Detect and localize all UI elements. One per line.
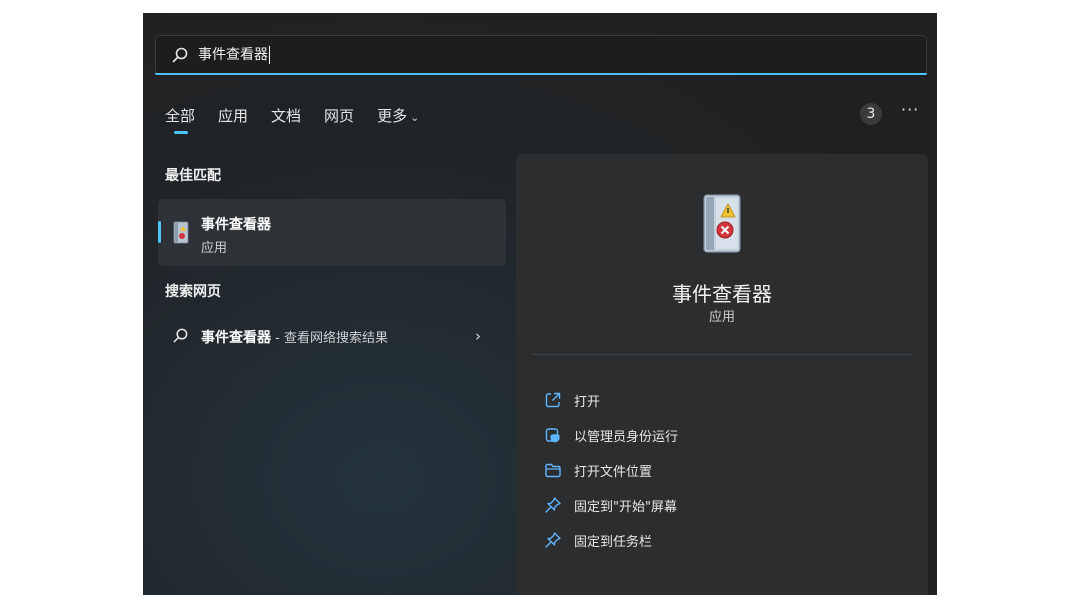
- pin-icon: [545, 532, 561, 548]
- action-label: 打开: [574, 395, 601, 410]
- tab-web[interactable]: 网页: [324, 105, 354, 135]
- filter-tabs: 全部 应用 文档 网页 更多 ⌄: [165, 105, 442, 135]
- chevron-right-icon[interactable]: ›: [475, 327, 481, 345]
- open-external-icon: [545, 392, 561, 408]
- event-viewer-icon: [173, 221, 189, 244]
- start-search-window: 事件查看器 全部 应用 文档 网页 更多 ⌄ 3 ··· 最佳匹配 事件查看器 应…: [143, 13, 937, 595]
- web-search-suffix: - 查看网络搜索结果: [271, 331, 388, 346]
- tab-label: 网页: [324, 107, 355, 125]
- web-search-result[interactable]: 事件查看器 - 查看网络搜索结果 ›: [158, 319, 506, 351]
- best-match-heading: 最佳匹配: [165, 168, 221, 184]
- best-match-kind: 应用: [201, 241, 228, 256]
- tab-documents[interactable]: 文档: [271, 105, 301, 135]
- tab-label: 应用: [218, 107, 249, 125]
- folder-icon: [545, 463, 561, 478]
- action-label: 固定到任务栏: [574, 535, 653, 550]
- search-icon: [172, 47, 188, 63]
- search-input[interactable]: 事件查看器: [198, 46, 270, 64]
- shield-admin-icon: [545, 428, 560, 443]
- tab-apps[interactable]: 应用: [218, 105, 248, 135]
- divider: [532, 354, 912, 355]
- best-match-item[interactable]: 事件查看器 应用: [158, 199, 506, 266]
- result-count-badge[interactable]: 3: [860, 103, 882, 125]
- action-label: 打开文件位置: [574, 465, 653, 480]
- detail-pane: 事件查看器 应用 打开 以管理员身份运行 打开文件位置 固定到"开始"屏幕 固定…: [516, 154, 928, 595]
- web-search-heading: 搜索网页: [165, 284, 221, 300]
- action-label: 固定到"开始"屏幕: [574, 500, 677, 515]
- web-search-query: 事件查看器: [201, 330, 271, 346]
- pin-icon: [545, 497, 561, 513]
- detail-kind: 应用: [708, 310, 735, 325]
- tab-all[interactable]: 全部: [165, 105, 195, 135]
- web-search-text: 事件查看器 - 查看网络搜索结果: [201, 327, 388, 347]
- best-match-name: 事件查看器: [201, 217, 271, 233]
- tab-label: 全部: [165, 107, 196, 125]
- detail-title: 事件查看器: [672, 282, 772, 306]
- selection-indicator: [158, 221, 161, 243]
- search-icon: [173, 328, 188, 343]
- event-viewer-icon: [703, 194, 741, 253]
- chevron-down-icon: ⌄: [410, 111, 420, 124]
- action-label: 以管理员身份运行: [574, 430, 679, 445]
- tab-label: 文档: [271, 107, 302, 125]
- tab-more[interactable]: 更多 ⌄: [377, 105, 419, 135]
- tab-label: 更多: [377, 107, 408, 125]
- more-options-icon[interactable]: ···: [901, 100, 919, 119]
- search-bar[interactable]: 事件查看器: [155, 35, 927, 75]
